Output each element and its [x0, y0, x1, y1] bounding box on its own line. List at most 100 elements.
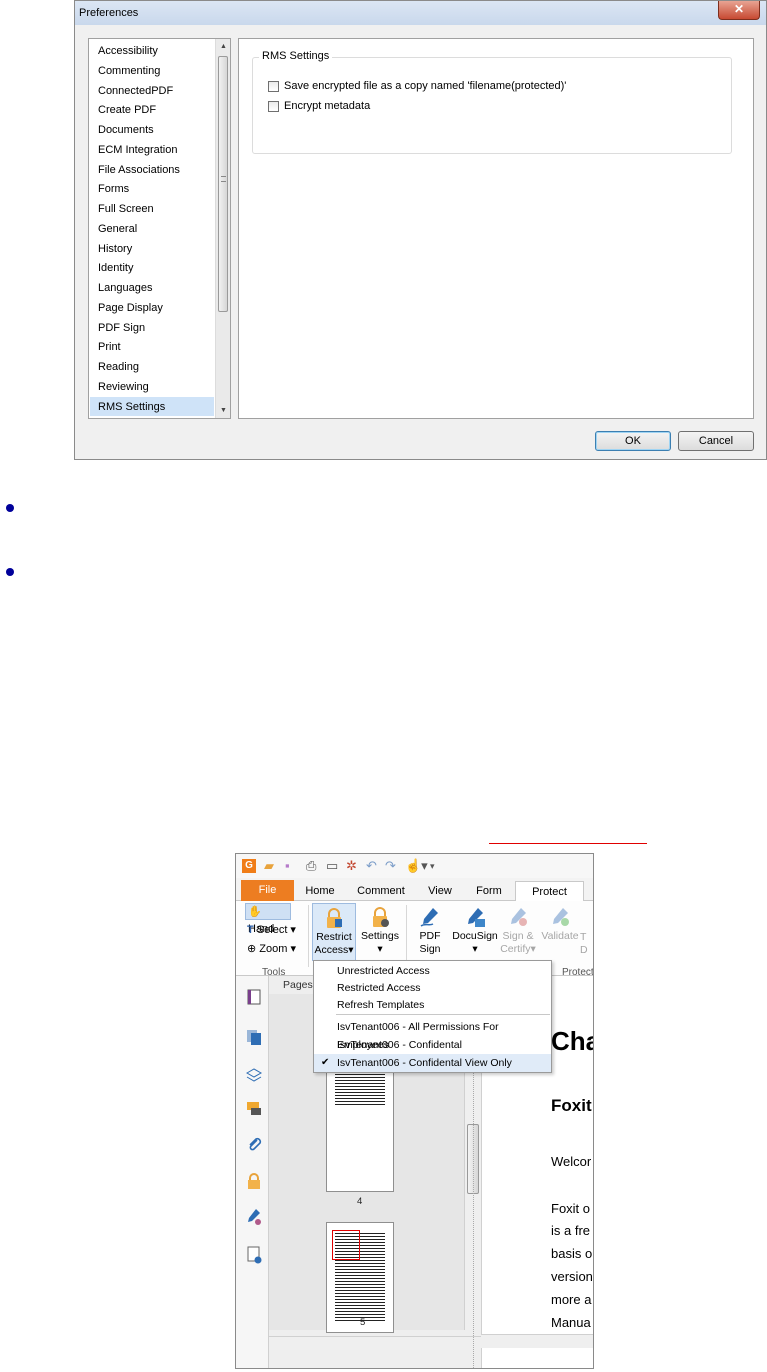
zoom-label: Zoom — [259, 943, 288, 955]
category-identity[interactable]: Identity — [90, 258, 214, 278]
category-file-associations[interactable]: File Associations — [90, 160, 214, 180]
hand-icon: ✋ — [248, 906, 262, 918]
menu-item-unrestricted-access[interactable]: Unrestricted Access — [314, 962, 551, 980]
category-full-screen[interactable]: Full Screen — [90, 199, 214, 219]
page-thumbnail-4[interactable] — [326, 1054, 394, 1192]
tab-protect[interactable]: Protect — [515, 881, 584, 902]
new-icon[interactable]: ✲ — [346, 858, 357, 874]
category-accessibility[interactable]: Accessibility — [90, 41, 214, 61]
category-ecm-integration[interactable]: ECM Integration — [90, 140, 214, 160]
attachment-icon[interactable] — [245, 1136, 263, 1154]
zoom-icon: ⊕ — [247, 943, 257, 955]
validate-button[interactable]: Validate — [538, 903, 582, 961]
pages-icon[interactable] — [245, 1028, 263, 1046]
document-line: version — [551, 1269, 593, 1284]
group-title: RMS Settings — [259, 50, 333, 62]
button-label: T — [580, 931, 587, 943]
separator — [308, 905, 309, 967]
red-underline — [489, 843, 647, 844]
pages-horizontal-scrollbar[interactable] — [269, 1336, 481, 1350]
sign-certify-button[interactable]: Sign & Certify▾ — [496, 903, 540, 961]
select-icon: T — [247, 924, 254, 936]
menu-item-all-permissions[interactable]: IsvTenant006 - All Permissions For Emplo… — [314, 1018, 551, 1051]
print-icon[interactable]: ⎙ — [306, 858, 316, 874]
category-documents[interactable]: Documents — [90, 120, 214, 140]
category-pdf-sign[interactable]: PDF Sign — [90, 318, 214, 338]
ok-button[interactable]: OK — [595, 431, 671, 451]
bookmark-icon[interactable] — [245, 988, 263, 1006]
close-button[interactable]: ✕ — [718, 1, 760, 20]
category-commenting[interactable]: Commenting — [90, 61, 214, 81]
zoom-tool[interactable]: ⊕ Zoom ▾ — [245, 941, 305, 958]
category-list: Accessibility Commenting ConnectedPDF Cr… — [88, 38, 231, 419]
tab-view[interactable]: View — [422, 881, 458, 901]
tab-file[interactable]: File — [241, 880, 294, 901]
menu-item-confidental-view-only[interactable]: ✔ IsvTenant006 - Confidental View Only — [314, 1054, 551, 1072]
tab-form[interactable]: Form — [470, 881, 508, 901]
category-history[interactable]: History — [90, 239, 214, 259]
category-general[interactable]: General — [90, 219, 214, 239]
document-line: is a fre — [551, 1223, 591, 1238]
checkbox[interactable] — [268, 100, 279, 112]
app-logo-icon[interactable]: G — [242, 859, 256, 873]
tab-comment[interactable]: Comment — [352, 881, 410, 901]
dialog-titlebar: Preferences ✕ — [75, 1, 766, 25]
page-number: 4 — [357, 1196, 363, 1207]
category-reviewing[interactable]: Reviewing — [90, 377, 214, 397]
category-print[interactable]: Print — [90, 337, 214, 357]
save-encrypted-copy-option[interactable]: Save encrypted file as a copy named 'fil… — [268, 79, 566, 93]
button-label: Sign & — [502, 930, 534, 942]
button-label: Certify — [500, 943, 531, 955]
certify-icon — [511, 908, 527, 926]
redo-icon[interactable]: ↷ — [385, 858, 396, 874]
checkbox[interactable] — [268, 80, 279, 92]
menu-item-refresh-templates[interactable]: Refresh Templates — [314, 996, 551, 1014]
select-label: Select — [256, 924, 288, 936]
category-reading[interactable]: Reading — [90, 357, 214, 377]
highlight-box — [332, 1230, 360, 1260]
tab-home[interactable]: Home — [300, 881, 340, 901]
scroll-up-icon[interactable]: ▲ — [216, 39, 230, 54]
email-icon[interactable]: ▭ — [326, 858, 338, 874]
security-lock-icon[interactable] — [245, 1172, 263, 1190]
signature-icon[interactable] — [245, 1208, 263, 1226]
settings-panel: RMS Settings Save encrypted file as a co… — [238, 38, 754, 419]
category-scrollbar[interactable]: ▲ ▼ — [215, 39, 230, 418]
truncated-button[interactable]: T D — [580, 903, 593, 961]
docusign-button[interactable]: DocuSign ▾ — [450, 903, 500, 961]
layers-icon[interactable] — [245, 1066, 263, 1084]
category-create-pdf[interactable]: Create PDF — [90, 100, 214, 120]
menu-item-confidental[interactable]: IsvTenant006 - Confidental — [314, 1036, 551, 1054]
category-connectedpdf[interactable]: ConnectedPDF — [90, 81, 214, 101]
category-page-display[interactable]: Page Display — [90, 298, 214, 318]
category-languages[interactable]: Languages — [90, 278, 214, 298]
settings-button[interactable]: Settings ▾ — [358, 903, 402, 961]
ribbon-tabs: File Home Comment View Form Protect — [236, 878, 593, 902]
document-line: Foxit o — [551, 1201, 591, 1216]
undo-icon[interactable]: ↶ — [366, 858, 377, 874]
category-rms-settings[interactable]: RMS Settings — [90, 396, 214, 417]
scroll-down-icon[interactable]: ▼ — [216, 403, 230, 418]
document-check-icon[interactable] — [245, 1246, 263, 1264]
encrypt-metadata-option[interactable]: Encrypt metadata — [268, 99, 370, 113]
document-horizontal-scrollbar[interactable] — [481, 1334, 593, 1348]
category-forms[interactable]: Forms — [90, 179, 214, 199]
customize-icon[interactable]: ▾ — [430, 858, 435, 874]
save-icon[interactable]: ▪ — [285, 858, 290, 874]
menu-item-restricted-access[interactable]: Restricted Access — [314, 979, 551, 997]
scrollbar-thumb[interactable] — [218, 56, 228, 312]
cancel-button[interactable]: Cancel — [678, 431, 754, 451]
pdf-sign-button[interactable]: PDF Sign — [408, 903, 452, 961]
comments-icon[interactable] — [245, 1100, 263, 1118]
checkmark-icon: ✔ — [321, 1057, 330, 1068]
open-icon[interactable]: ▰ — [264, 858, 274, 874]
separator — [406, 905, 407, 967]
pen-sign-icon — [420, 908, 438, 927]
hand-tool[interactable]: ✋ Hand — [245, 903, 291, 935]
foxit-reader-window: G ▰ ▪ ⎙ ▭ ✲ ↶ ↷ ☝▾ ▾ File Home Comment V… — [235, 853, 594, 1369]
restrict-access-button[interactable]: Restrict Access▾ — [312, 903, 356, 961]
select-tool[interactable]: T Select ▾ — [245, 922, 305, 939]
hand-tool-icon[interactable]: ☝▾ — [405, 858, 428, 874]
lock-icon — [327, 908, 342, 928]
document-line: more a — [551, 1292, 592, 1307]
